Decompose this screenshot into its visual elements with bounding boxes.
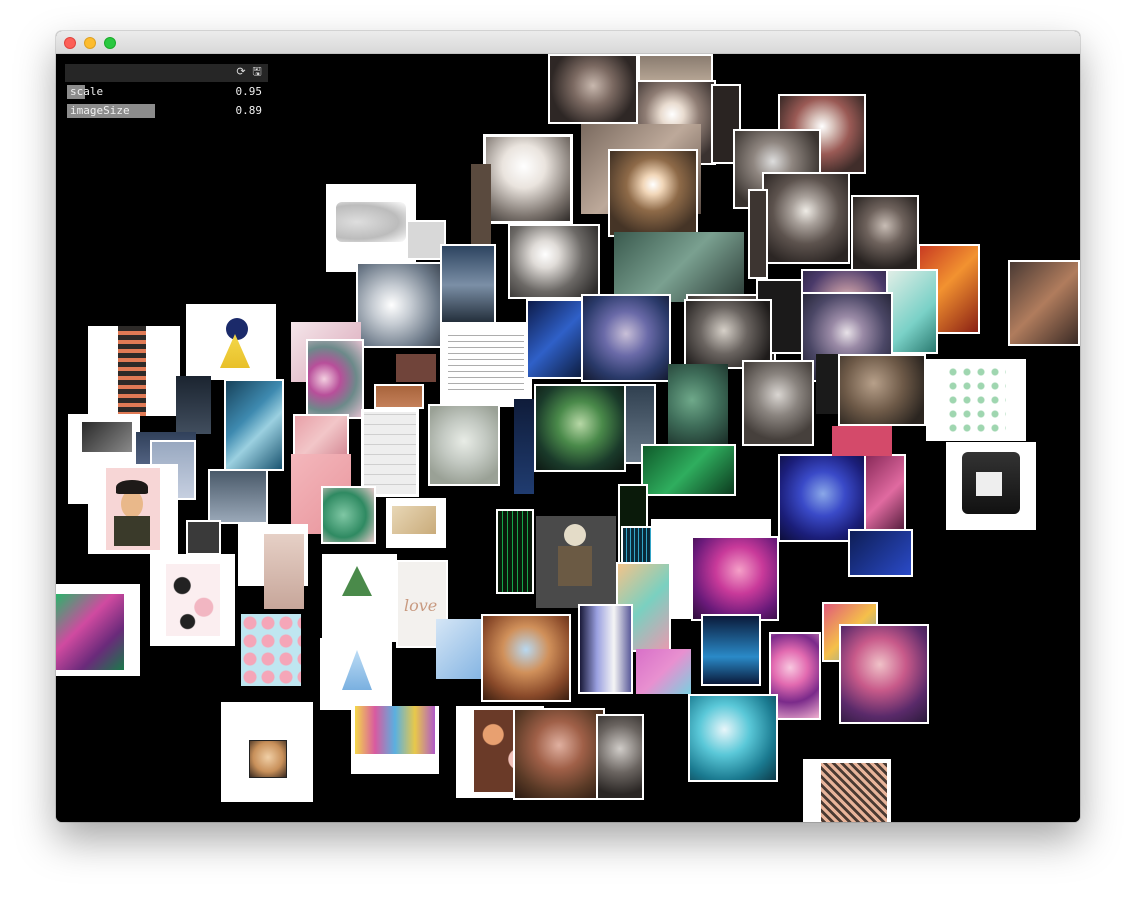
plant-thumbnail[interactable] bbox=[322, 554, 397, 642]
image-size-label: imageSize bbox=[70, 104, 130, 117]
leaf-pattern-thumbnail[interactable] bbox=[803, 759, 891, 822]
image-thumbnail[interactable] bbox=[186, 520, 221, 555]
frida-thumbnail[interactable] bbox=[88, 464, 178, 554]
pattern-thumbnail[interactable] bbox=[241, 614, 301, 686]
image-thumbnail[interactable] bbox=[832, 426, 892, 456]
portrait-thumbnail[interactable] bbox=[508, 224, 600, 299]
portrait-thumbnail[interactable] bbox=[684, 299, 772, 369]
bokeh-thumbnail[interactable] bbox=[264, 534, 304, 609]
portrait-thumbnail[interactable] bbox=[614, 232, 744, 302]
floorplan-thumbnail[interactable] bbox=[440, 322, 532, 407]
castle-thumbnail[interactable] bbox=[428, 404, 500, 486]
cinderella-thumbnail[interactable] bbox=[320, 638, 392, 710]
image-size-slider[interactable]: imageSize 0.89 bbox=[65, 103, 268, 119]
close-button[interactable] bbox=[64, 37, 76, 49]
portrait-thumbnail[interactable] bbox=[481, 614, 571, 702]
portrait-thumbnail[interactable] bbox=[742, 360, 814, 446]
portrait-thumbnail[interactable] bbox=[548, 54, 638, 124]
portrait-thumbnail[interactable] bbox=[691, 536, 779, 621]
app-window: ⟳ 🖫 scale 0.95 imageSize 0.89 love bbox=[56, 31, 1080, 822]
agate-thumbnail[interactable] bbox=[306, 339, 364, 419]
princesses-thumbnail[interactable] bbox=[351, 706, 439, 774]
image-thumbnail[interactable] bbox=[578, 604, 633, 694]
portrait-thumbnail[interactable] bbox=[762, 172, 850, 264]
3d-printer-thumbnail[interactable] bbox=[946, 442, 1036, 530]
portrait-thumbnail[interactable] bbox=[688, 694, 778, 782]
portrait-thumbnail[interactable] bbox=[581, 294, 671, 382]
snow-white-thumbnail[interactable] bbox=[186, 304, 276, 380]
parameter-panel: ⟳ 🖫 scale 0.95 imageSize 0.89 bbox=[65, 64, 268, 120]
portrait-thumbnail[interactable] bbox=[483, 134, 573, 224]
cactus-pattern-thumbnail[interactable] bbox=[926, 359, 1026, 441]
circuit-thumbnail[interactable] bbox=[496, 509, 534, 594]
circuit-thumbnail[interactable] bbox=[514, 399, 534, 494]
image-thumbnail[interactable] bbox=[208, 469, 268, 524]
cactus-thumbnail[interactable] bbox=[321, 486, 376, 544]
image-cluster-canvas[interactable]: ⟳ 🖫 scale 0.95 imageSize 0.89 love bbox=[56, 54, 1080, 822]
circuit-thumbnail[interactable] bbox=[701, 614, 761, 686]
circuit-thumbnail[interactable] bbox=[641, 444, 736, 496]
portrait-thumbnail[interactable] bbox=[534, 384, 626, 472]
circuit-thumbnail[interactable] bbox=[526, 299, 586, 379]
mug-thumbnail[interactable] bbox=[326, 184, 416, 272]
portrait-thumbnail[interactable] bbox=[471, 164, 491, 244]
portrait-thumbnail[interactable] bbox=[513, 708, 605, 800]
maximize-button[interactable] bbox=[104, 37, 116, 49]
water-thumbnail[interactable] bbox=[224, 379, 284, 471]
map-thumbnail[interactable] bbox=[386, 498, 446, 548]
portrait-thumbnail[interactable] bbox=[440, 244, 496, 326]
portrait-thumbnail[interactable] bbox=[851, 195, 919, 271]
portrait-thumbnail[interactable] bbox=[608, 149, 698, 237]
portrait-thumbnail[interactable] bbox=[839, 624, 929, 724]
scale-slider[interactable]: scale 0.95 bbox=[65, 84, 268, 100]
image-thumbnail[interactable] bbox=[396, 354, 436, 382]
image-thumbnail[interactable] bbox=[636, 649, 691, 694]
portrait-thumbnail[interactable] bbox=[596, 714, 644, 800]
image-size-value: 0.89 bbox=[235, 104, 263, 117]
robot-thumbnail[interactable] bbox=[536, 516, 616, 608]
save-icon[interactable]: 🖫 bbox=[251, 66, 263, 78]
brick-thumbnail[interactable] bbox=[374, 384, 424, 409]
portrait-thumbnail[interactable] bbox=[56, 584, 140, 676]
scale-value: 0.95 bbox=[235, 85, 263, 98]
white-brick-thumbnail[interactable] bbox=[361, 409, 419, 497]
image-thumbnail[interactable] bbox=[848, 529, 913, 577]
panel-header: ⟳ 🖫 bbox=[65, 64, 268, 82]
image-thumbnail[interactable] bbox=[176, 376, 211, 434]
portrait-thumbnail[interactable] bbox=[748, 189, 768, 279]
title-bar bbox=[56, 31, 1080, 54]
portrait-thumbnail[interactable] bbox=[886, 269, 938, 354]
baby-thumbnail[interactable] bbox=[221, 702, 313, 802]
refresh-icon[interactable]: ⟳ bbox=[235, 66, 247, 78]
floral-thumbnail[interactable] bbox=[150, 554, 235, 646]
image-thumbnail[interactable] bbox=[356, 262, 444, 348]
minimize-button[interactable] bbox=[84, 37, 96, 49]
succulent-thumbnail[interactable] bbox=[668, 364, 728, 454]
image-thumbnail[interactable] bbox=[88, 326, 180, 416]
glitter-thumbnail[interactable] bbox=[293, 414, 349, 459]
portrait-thumbnail[interactable] bbox=[1008, 260, 1080, 346]
scale-label: scale bbox=[70, 85, 104, 98]
skull-thumbnail[interactable] bbox=[838, 354, 926, 426]
